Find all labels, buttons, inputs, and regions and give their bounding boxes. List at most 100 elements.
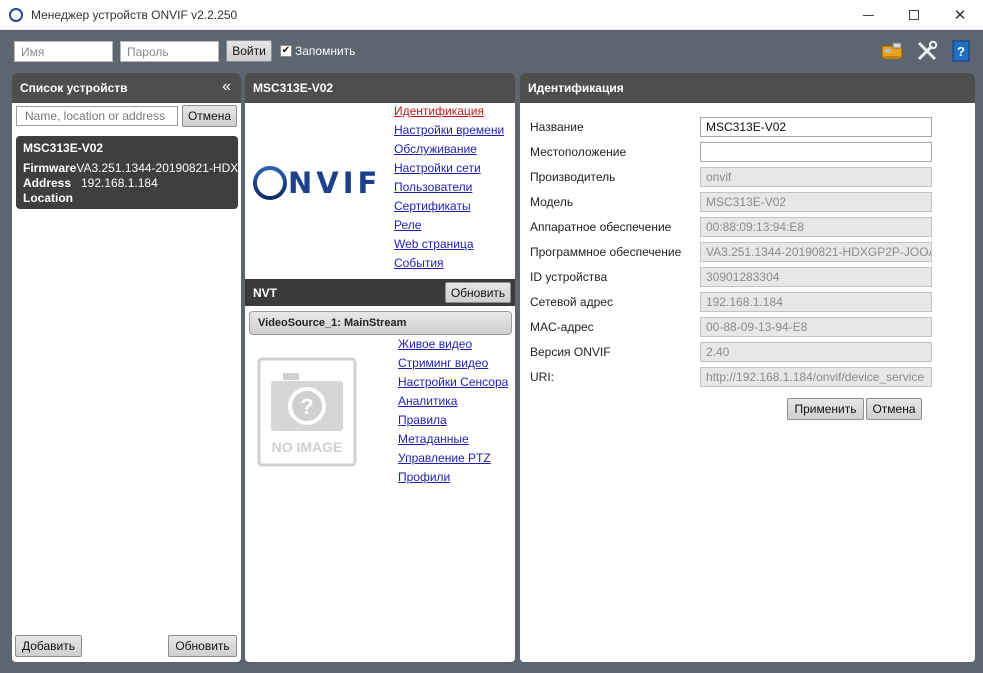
menu-live-video[interactable]: Живое видео	[398, 335, 508, 354]
remember-label: Запомнить	[295, 44, 356, 58]
menu-rules[interactable]: Правила	[398, 411, 508, 430]
form-row-model: Модель MSC313E-V02	[530, 192, 932, 212]
cancel-button[interactable]: Отмена	[866, 398, 922, 420]
stream-menu: Живое видео Стриминг видео Настройки Сен…	[398, 335, 508, 487]
nvt-bar: NVT Обновить	[245, 279, 515, 306]
device-panel-header: MSC313E-V02	[245, 73, 515, 103]
device-list-panel: Список устройств « Отмена MSC313E-V02 Fi…	[12, 73, 241, 662]
menu-profiles[interactable]: Профили	[398, 468, 508, 487]
refresh-devices-button[interactable]: Обновить	[168, 635, 237, 657]
menu-events[interactable]: События	[394, 254, 504, 273]
menu-metadata[interactable]: Метаданные	[398, 430, 508, 449]
menu-time-settings[interactable]: Настройки времени	[394, 121, 504, 140]
form-row-network-address: Сетевой адрес 192.168.1.184	[530, 292, 932, 312]
menu-users[interactable]: Пользователи	[394, 178, 504, 197]
device-list-item[interactable]: MSC313E-V02 Firmware VA3.251.1344-201908…	[16, 136, 238, 209]
device-list-header: Список устройств «	[12, 73, 241, 103]
name-label: Название	[530, 120, 584, 134]
device-list-title: Список устройств	[20, 81, 128, 95]
form-row-hardware: Аппаратное обеспечение 00:88:09:13:94:E8	[530, 217, 932, 237]
location-field-label: Местоположение	[530, 145, 627, 159]
checkbox-checked-icon: ✔	[280, 45, 292, 57]
location-input[interactable]	[700, 142, 932, 162]
menu-ptz-control[interactable]: Управление PTZ	[398, 449, 508, 468]
nvt-refresh-button[interactable]: Обновить	[445, 282, 511, 303]
search-cancel-button[interactable]: Отмена	[182, 105, 237, 127]
menu-analytics[interactable]: Аналитика	[398, 392, 508, 411]
app-logo-icon	[9, 7, 23, 22]
firmware-value: VA3.251.1344-20190821-HDX	[76, 161, 239, 175]
window-controls: ✕	[845, 0, 983, 30]
menu-relay[interactable]: Реле	[394, 216, 504, 235]
onvif-logo: NVIF	[253, 166, 381, 200]
device-panel-title: MSC313E-V02	[253, 81, 334, 95]
location-label: Location	[23, 191, 73, 205]
identification-header: Идентификация	[520, 73, 975, 103]
manufacturer-label: Производитель	[530, 170, 616, 184]
menu-web-page[interactable]: Web страница	[394, 235, 504, 254]
close-icon: ✕	[953, 7, 967, 24]
video-source-selector[interactable]: VideoSource_1: MainStream	[249, 311, 512, 335]
no-image-placeholder: ? NO IMAGE	[257, 357, 357, 467]
title-bar: Менеджер устройств ONVIF v2.2.250 ✕	[0, 0, 983, 30]
hardware-field: 00:88:09:13:94:E8	[700, 217, 932, 237]
uri-field: http://192.168.1.184/onvif/device_servic…	[700, 367, 932, 387]
device-panel: MSC313E-V02 NVIF Идентификация Настройки…	[245, 73, 515, 662]
minimize-button[interactable]	[845, 0, 891, 30]
form-row-onvif-version: Версия ONVIF 2.40	[530, 342, 932, 362]
form-row-name: Название MSC313E-V02	[530, 117, 932, 137]
form-row-uri: URI: http://192.168.1.184/onvif/device_s…	[530, 367, 932, 387]
network-address-label: Сетевой адрес	[530, 295, 613, 309]
settings-tools-icon[interactable]	[916, 40, 938, 62]
manufacturer-field: onvif	[700, 167, 932, 187]
device-search-bar: Отмена	[12, 103, 241, 133]
menu-maintenance[interactable]: Обслуживание	[394, 140, 504, 159]
model-field: MSC313E-V02	[700, 192, 932, 212]
identification-panel: Идентификация Название MSC313E-V02 Место…	[520, 73, 975, 662]
window-title: Менеджер устройств ONVIF v2.2.250	[31, 7, 238, 22]
username-input[interactable]	[14, 41, 113, 62]
form-row-device-id: ID устройства 30901283304	[530, 267, 932, 287]
add-device-button[interactable]: Добавить	[15, 635, 82, 657]
name-input[interactable]: MSC313E-V02	[700, 117, 932, 137]
form-row-mac: MAC-адрес 00-88-09-13-94-E8	[530, 317, 932, 337]
form-row-location: Местоположение	[530, 142, 932, 162]
menu-network-settings[interactable]: Настройки сети	[394, 159, 504, 178]
address-value: 192.168.1.184	[81, 176, 158, 190]
device-id-field: 30901283304	[700, 267, 932, 287]
form-row-software: Программное обеспечение VA3.251.1344-201…	[530, 242, 932, 262]
nvt-title: NVT	[253, 285, 277, 300]
menu-certificates[interactable]: Сертификаты	[394, 197, 504, 216]
onvif-circle-icon	[253, 166, 287, 200]
svg-text:?: ?	[300, 394, 313, 419]
onvif-version-label: Версия ONVIF	[530, 345, 611, 359]
device-search-input[interactable]	[16, 106, 178, 126]
login-toolbar: Войти ✔ Запомнить ?	[0, 30, 983, 72]
no-image-text: NO IMAGE	[271, 439, 343, 455]
address-label: Address	[23, 176, 72, 190]
close-button[interactable]: ✕	[937, 0, 983, 30]
mac-label: MAC-адрес	[530, 320, 594, 334]
onvif-logo-text: NVIF	[288, 166, 382, 200]
apply-button[interactable]: Применить	[787, 398, 864, 420]
svg-text:?: ?	[957, 44, 965, 59]
device-menu: Идентификация Настройки времени Обслужив…	[394, 102, 504, 273]
network-card-icon[interactable]	[881, 40, 903, 62]
video-source-label: VideoSource_1: MainStream	[258, 317, 407, 329]
minimize-icon	[862, 14, 874, 16]
maximize-icon	[909, 10, 919, 20]
hardware-label: Аппаратное обеспечение	[530, 220, 672, 234]
maximize-button[interactable]	[891, 0, 937, 30]
menu-identification[interactable]: Идентификация	[394, 102, 504, 121]
firmware-label: Firmware	[23, 161, 77, 175]
remember-checkbox[interactable]: ✔ Запомнить	[280, 44, 355, 58]
menu-video-streaming[interactable]: Стриминг видео	[398, 354, 508, 373]
password-input[interactable]	[120, 41, 219, 62]
uri-label: URI:	[530, 370, 554, 384]
device-id-label: ID устройства	[530, 270, 608, 284]
device-name: MSC313E-V02	[23, 141, 104, 155]
help-book-icon[interactable]: ?	[950, 40, 972, 62]
login-button[interactable]: Войти	[226, 40, 272, 62]
collapse-icon[interactable]: «	[222, 78, 231, 96]
menu-sensor-settings[interactable]: Настройки Сенсора	[398, 373, 508, 392]
